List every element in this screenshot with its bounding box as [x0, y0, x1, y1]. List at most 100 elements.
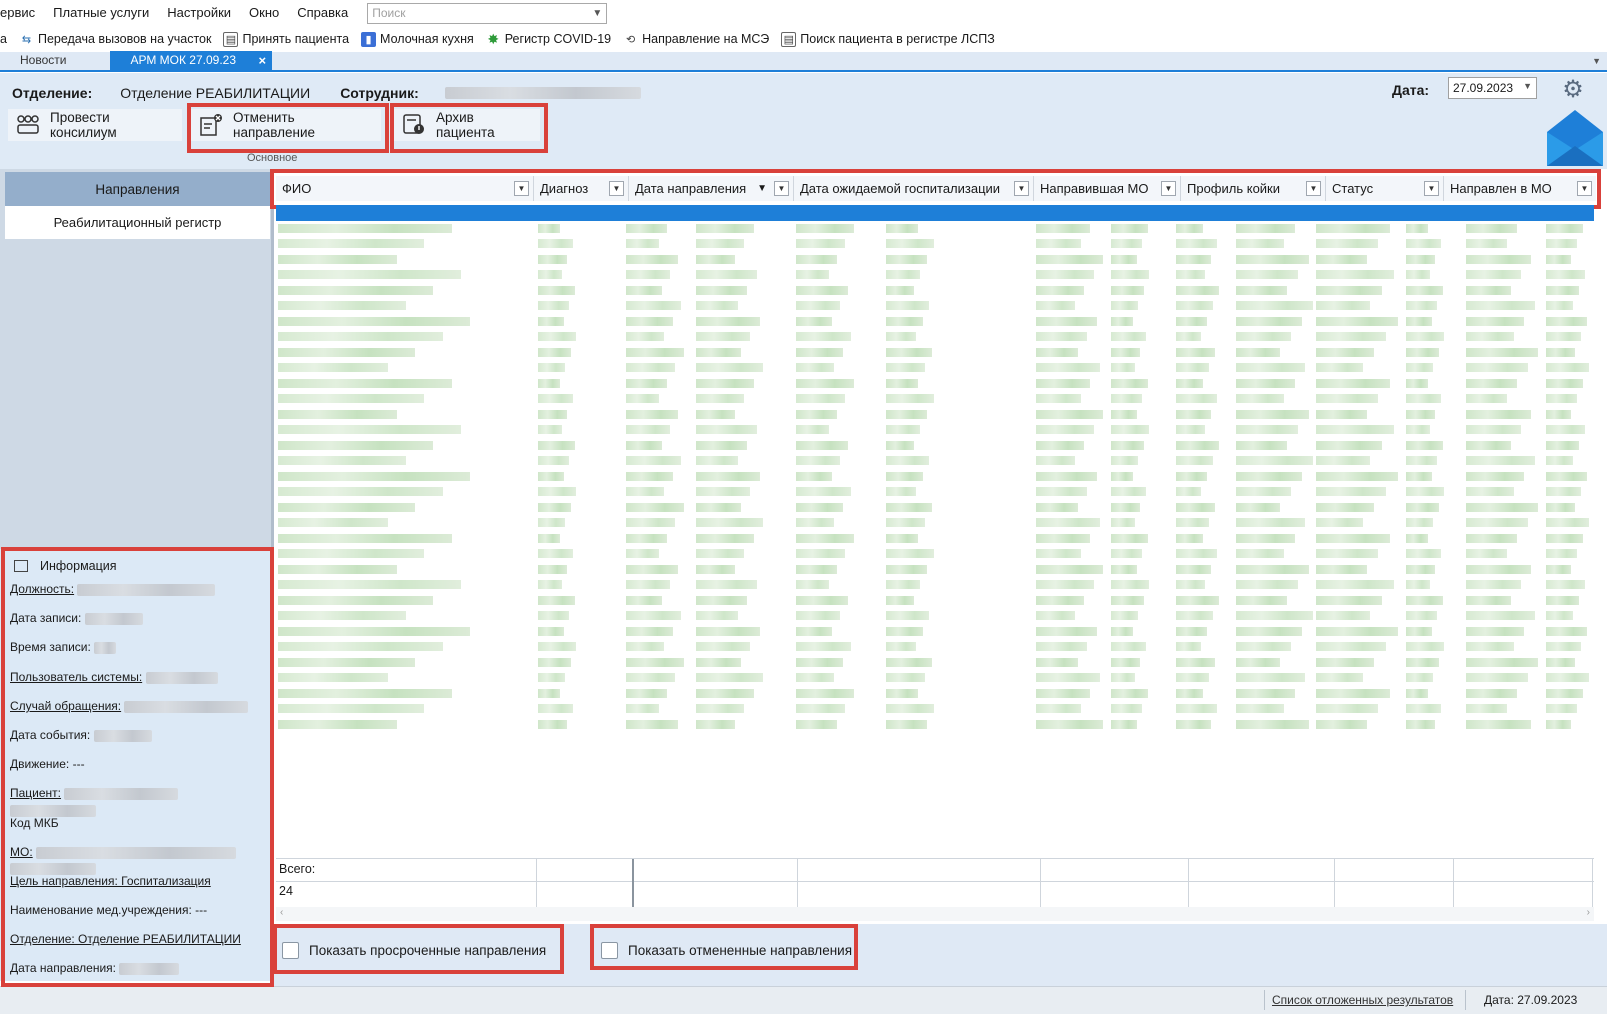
scroll-left-icon[interactable]: ‹ — [280, 907, 283, 918]
date-picker[interactable]: 27.09.2023 ▼ — [1448, 77, 1537, 99]
redacted-cell — [1236, 239, 1284, 248]
tab-dropdown-icon[interactable]: ▼ — [1592, 52, 1601, 70]
redacted-cell — [796, 502, 843, 512]
redacted-cell — [538, 549, 573, 558]
table-row[interactable] — [276, 345, 1594, 361]
header-row: Отделение: Отделение РЕАБИЛИТАЦИИ Сотруд… — [12, 82, 1602, 104]
redacted-cell — [1111, 285, 1144, 295]
table-row[interactable] — [276, 608, 1594, 624]
menu-paid-services[interactable]: Платные услуги — [44, 1, 158, 25]
gear-icon[interactable]: ⚙ — [1560, 77, 1586, 103]
table-row[interactable] — [276, 469, 1594, 485]
table-row[interactable] — [276, 283, 1594, 299]
table-row[interactable] — [276, 376, 1594, 392]
table-row[interactable] — [276, 500, 1594, 516]
redacted-cell — [1316, 456, 1370, 465]
search-input[interactable]: Поиск ▼ — [367, 2, 608, 24]
redacted-cell — [278, 378, 452, 388]
redacted-cell — [1236, 425, 1298, 434]
menu-help[interactable]: Справка — [288, 1, 357, 25]
consilium-label: Провести консилиум — [50, 110, 117, 140]
redacted-cell — [1176, 456, 1213, 465]
consilium-button[interactable]: Провести консилиум — [8, 109, 182, 141]
table-row[interactable] — [276, 639, 1594, 655]
redacted-cell — [1036, 223, 1090, 233]
chevron-down-icon[interactable]: ▼ — [592, 8, 602, 19]
employee-label: Сотрудник: — [340, 85, 419, 101]
redacted-cell — [1236, 626, 1302, 636]
redacted-cell — [1236, 394, 1284, 403]
redacted-cell — [538, 378, 560, 388]
table-row[interactable] — [276, 717, 1594, 733]
redacted-cell — [886, 239, 934, 248]
redacted-cell — [886, 378, 918, 388]
redacted-cell — [696, 254, 735, 264]
table-row[interactable] — [276, 484, 1594, 500]
redacted-cell — [886, 564, 927, 574]
table-row[interactable] — [276, 593, 1594, 609]
table-body[interactable] — [276, 205, 1594, 761]
tab-arm-mok[interactable]: АРМ МОК 27.09.23 × — [110, 51, 273, 70]
table-row[interactable] — [276, 438, 1594, 454]
table-row[interactable] — [276, 670, 1594, 686]
tab-news[interactable]: Новости — [0, 51, 86, 70]
horizontal-scrollbar[interactable]: ‹ › — [276, 907, 1594, 921]
redacted-cell — [626, 409, 678, 419]
redacted-cell — [1406, 301, 1437, 310]
quick-item-search-lspz[interactable]: ▤ Поиск пациента в регистре ЛСПЗ — [775, 31, 1001, 47]
table-row[interactable] — [276, 422, 1594, 438]
redacted-cell — [1546, 533, 1583, 543]
table-row[interactable] — [276, 267, 1594, 283]
table-row[interactable] — [276, 562, 1594, 578]
mail-envelope-icon[interactable] — [1547, 110, 1603, 166]
quick-item-covid-registry[interactable]: ✸ Регистр COVID-19 — [480, 31, 617, 47]
table-row[interactable] — [276, 314, 1594, 330]
quick-item-mse-direction[interactable]: ⟲ Направление на МСЭ — [617, 32, 775, 47]
table-row[interactable] — [276, 531, 1594, 547]
menu-settings[interactable]: Настройки — [158, 1, 240, 25]
table-row[interactable] — [276, 453, 1594, 469]
sidebar-item-rehab-registry[interactable]: Реабилитационный регистр — [5, 206, 270, 239]
table-row[interactable] — [276, 577, 1594, 593]
highlight-box — [270, 169, 1601, 209]
close-icon[interactable]: × — [258, 51, 266, 70]
scroll-right-icon[interactable]: › — [1587, 907, 1590, 918]
menu-service[interactable]: ервис — [0, 1, 44, 25]
redacted-cell — [1176, 347, 1215, 357]
table-row[interactable] — [276, 391, 1594, 407]
sidebar-item-directions[interactable]: Направления — [5, 172, 270, 206]
quick-item-truncated[interactable]: а — [0, 32, 13, 46]
table-row[interactable] — [276, 655, 1594, 671]
redacted-cell — [886, 518, 925, 527]
table-row[interactable] — [276, 298, 1594, 314]
redacted-cell — [1111, 394, 1142, 403]
table-row[interactable] — [276, 205, 1594, 221]
table-row[interactable] — [276, 252, 1594, 268]
table-row[interactable] — [276, 546, 1594, 562]
redacted-cell — [1406, 223, 1428, 233]
redacted-cell — [1316, 611, 1370, 620]
menu-window[interactable]: Окно — [240, 1, 288, 25]
deferred-results-link[interactable]: Список отложенных результатов — [1272, 993, 1453, 1007]
quick-item-accept-patient[interactable]: ▤ Принять пациента — [217, 31, 355, 47]
table-row[interactable] — [276, 624, 1594, 640]
redacted-cell — [1036, 394, 1081, 403]
quick-item-milk-kitchen[interactable]: ▮ Молочная кухня — [355, 31, 480, 47]
redacted-cell — [1236, 657, 1280, 667]
highlight-box — [390, 103, 548, 153]
redacted-cell — [538, 688, 560, 698]
table-row[interactable] — [276, 407, 1594, 423]
table-row[interactable] — [276, 360, 1594, 376]
table-row[interactable] — [276, 236, 1594, 252]
table-row[interactable] — [276, 686, 1594, 702]
redacted-cell — [1111, 611, 1138, 620]
table-row[interactable] — [276, 701, 1594, 717]
redacted-cell — [538, 440, 575, 450]
table-row[interactable] — [276, 515, 1594, 531]
quick-item-transfer-calls[interactable]: ⇆ Передача вызовов на участок — [13, 32, 218, 47]
table-row[interactable] — [276, 221, 1594, 237]
redacted-cell — [1316, 564, 1367, 574]
redacted-cell — [278, 270, 461, 279]
redacted-cell — [626, 549, 659, 558]
table-row[interactable] — [276, 329, 1594, 345]
